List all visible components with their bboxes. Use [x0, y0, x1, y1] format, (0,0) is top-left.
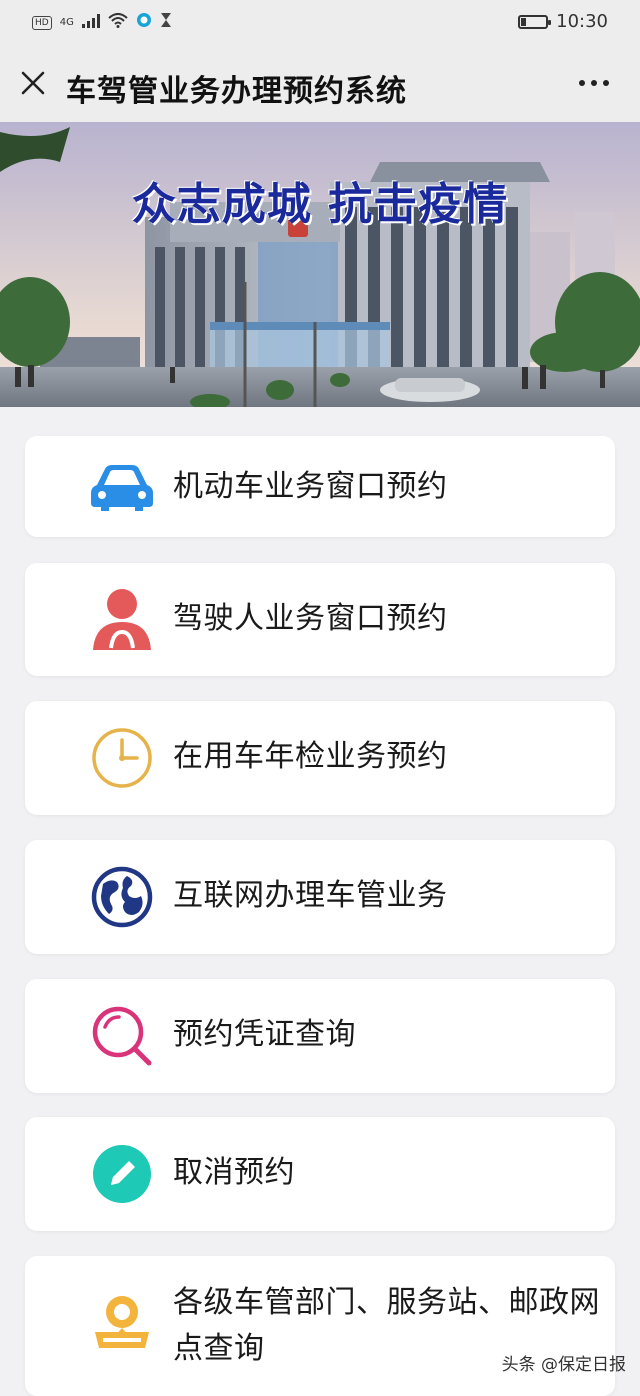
- more-icon: [579, 80, 609, 86]
- signal-icon: [81, 13, 100, 33]
- more-options-button[interactable]: [572, 64, 616, 102]
- person-icon: [91, 588, 153, 650]
- title-bar: 车驾管业务办理预约系统: [0, 44, 640, 122]
- clock-time: 10:30: [556, 11, 608, 32]
- battery-icon: [518, 14, 552, 29]
- close-icon: [21, 71, 45, 95]
- banner-image: 众志成城 抗击疫情: [0, 122, 640, 407]
- car-icon: [91, 456, 153, 518]
- menu-item-driver-window[interactable]: 驾驶人业务窗口预约: [25, 563, 615, 676]
- close-button[interactable]: [14, 64, 52, 102]
- menu-item-label: 在用车年检业务预约: [173, 739, 448, 774]
- pencil-icon: [91, 1143, 153, 1205]
- menu-item-online-service[interactable]: 互联网办理车管业务: [25, 840, 615, 954]
- clock-icon: [91, 727, 153, 789]
- hourglass-icon: [160, 12, 172, 33]
- battery-fill: [521, 17, 527, 26]
- search-icon: [91, 1005, 153, 1067]
- status-right: 10:30: [518, 11, 608, 32]
- menu-item-office-lookup[interactable]: 各级车管部门、服务站、邮政网点查询: [25, 1256, 615, 1396]
- menu-item-annual-inspection[interactable]: 在用车年检业务预约: [25, 701, 615, 815]
- globe-icon: [91, 866, 153, 928]
- menu-item-label: 取消预约: [173, 1155, 295, 1190]
- menu-item-cancel-booking[interactable]: 取消预约: [25, 1117, 615, 1231]
- app-notification-icon: [136, 12, 152, 33]
- menu-item-label: 预约凭证查询: [173, 1017, 356, 1052]
- menu-item-vehicle-window[interactable]: 机动车业务窗口预约: [25, 436, 615, 537]
- network-label: 4G: [59, 17, 74, 28]
- location-icon: [91, 1292, 153, 1354]
- menu-item-label: 机动车业务窗口预约: [173, 469, 448, 504]
- status-bar: HD 4G 10:30: [0, 0, 640, 44]
- menu-item-voucher-query[interactable]: 预约凭证查询: [25, 979, 615, 1093]
- hd-badge: HD: [32, 15, 52, 30]
- watermark: 头条 @保定日报: [501, 1355, 626, 1375]
- wifi-icon: [108, 12, 128, 33]
- menu-item-label: 互联网办理车管业务: [173, 878, 448, 913]
- page-title: 车驾管业务办理预约系统: [66, 74, 407, 109]
- menu-item-label: 驾驶人业务窗口预约: [173, 601, 448, 636]
- banner-illustration: [0, 122, 640, 407]
- status-left: HD 4G: [32, 12, 172, 33]
- banner-slogan: 众志成城 抗击疫情: [131, 179, 509, 230]
